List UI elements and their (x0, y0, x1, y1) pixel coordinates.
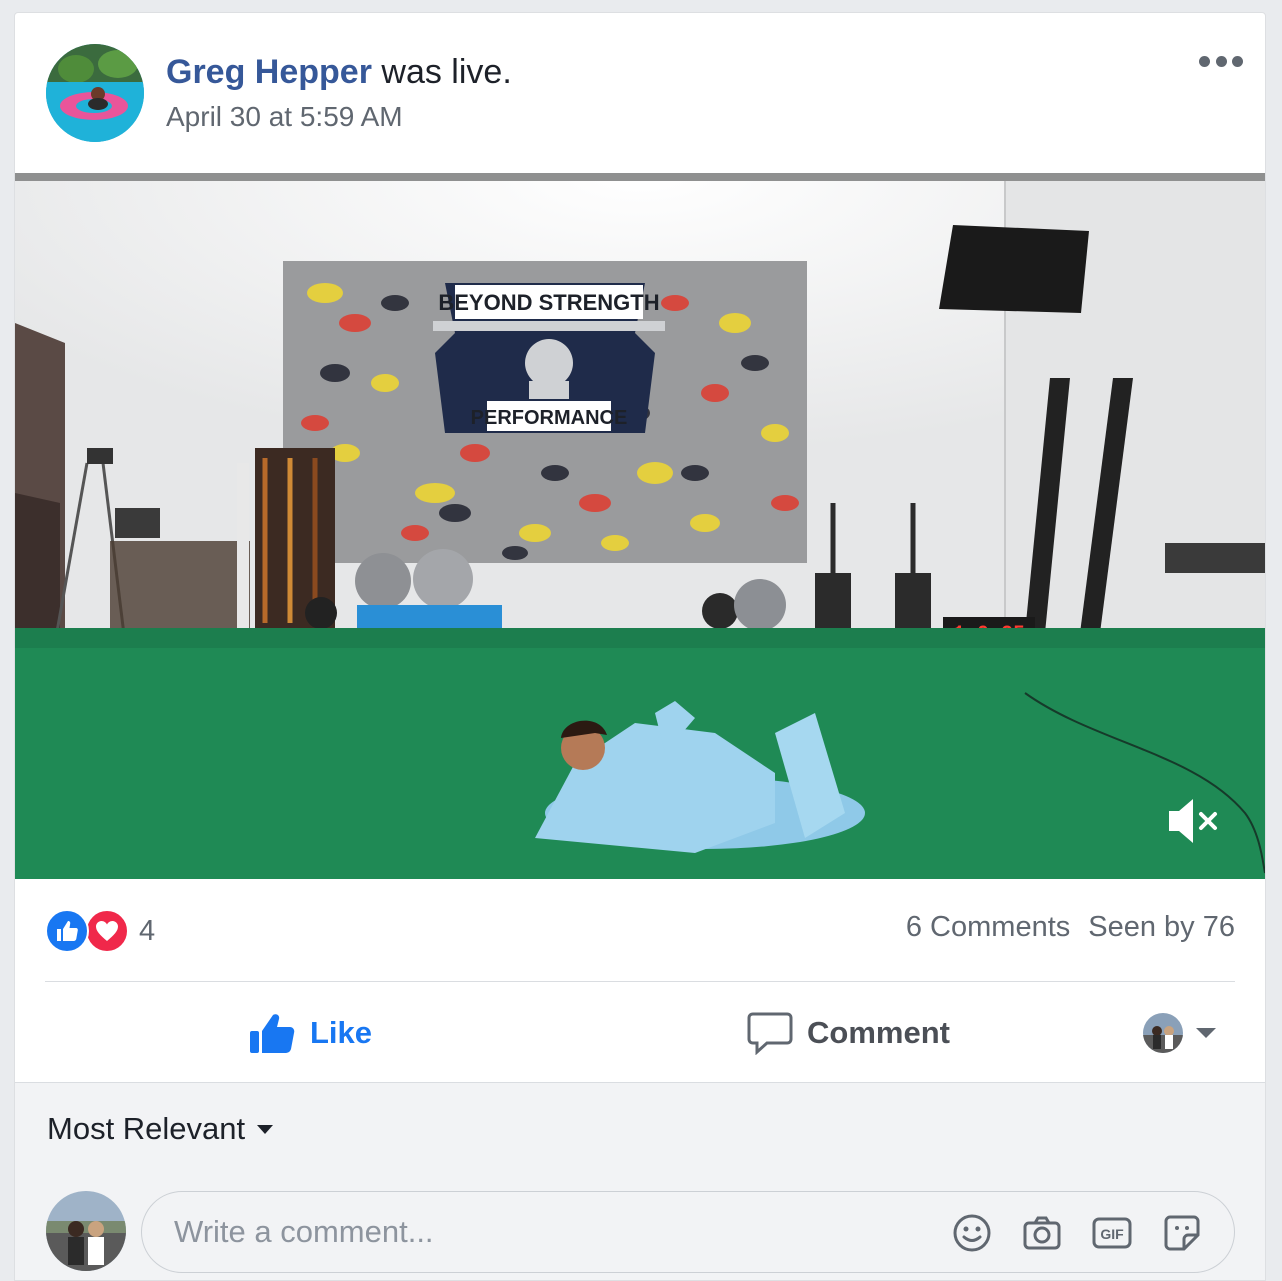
engagement-stats: 6 Comments Seen by 76 (906, 911, 1235, 944)
seen-by-link[interactable]: Seen by 76 (1088, 911, 1235, 943)
comment-sort-dropdown[interactable]: Most Relevant (47, 1111, 274, 1147)
wall-logo-bottom-text: PERFORMANCE (471, 407, 628, 429)
comment-button[interactable]: Comment (747, 1008, 950, 1058)
divider (45, 981, 1235, 982)
chevron-down-icon (1196, 1028, 1216, 1038)
emoji-icon[interactable] (952, 1213, 992, 1253)
more-options-button[interactable] (1199, 51, 1243, 71)
chevron-down-icon (257, 1124, 274, 1134)
love-reaction-icon (85, 909, 129, 953)
like-reaction-icon (45, 909, 89, 953)
post-title-line: Greg Hepper was live. (166, 51, 512, 93)
post-header: Greg Hepper was live. April 30 at 5:59 A… (166, 51, 512, 133)
reaction-summary[interactable]: 4 (45, 909, 155, 953)
comment-label: Comment (807, 1015, 950, 1050)
composer-tools: GIF (952, 1213, 1202, 1253)
comment-composer[interactable]: GIF (141, 1191, 1235, 1273)
post-card: Greg Hepper was live. April 30 at 5:59 A… (14, 12, 1266, 1281)
svg-text:GIF: GIF (1100, 1226, 1124, 1242)
post-timestamp[interactable]: April 30 at 5:59 AM (166, 101, 512, 133)
like-label: Like (310, 1015, 373, 1050)
reaction-count: 4 (139, 914, 156, 947)
author-avatar[interactable] (46, 44, 144, 142)
more-horizontal-icon (1199, 55, 1210, 67)
comment-bubble-icon (747, 1012, 793, 1055)
video-frame: BEYOND STRENGTH PERFORMANCE (15, 173, 1265, 879)
thumbs-up-icon (250, 1014, 295, 1053)
post-action-text: was live. (371, 53, 512, 91)
post-as-selector[interactable] (1143, 1012, 1219, 1054)
more-horizontal-icon-dot (1232, 55, 1243, 67)
sort-label: Most Relevant (47, 1111, 246, 1146)
comment-input[interactable] (174, 1214, 894, 1250)
live-video-player[interactable]: BEYOND STRENGTH PERFORMANCE (15, 173, 1265, 879)
comments-count-link[interactable]: 6 Comments (906, 911, 1070, 943)
like-button[interactable]: Like (248, 1008, 372, 1058)
user-avatar (1143, 1013, 1183, 1053)
gif-icon[interactable]: GIF (1092, 1213, 1132, 1253)
wall-logo-top-text: BEYOND STRENGTH (438, 290, 659, 315)
sticker-icon[interactable] (1162, 1213, 1202, 1253)
more-horizontal-icon-dot (1215, 55, 1227, 67)
commenter-avatar[interactable] (46, 1191, 126, 1271)
author-name-link[interactable]: Greg Hepper (166, 53, 372, 91)
volume-muted-icon[interactable] (1163, 793, 1223, 849)
camera-icon[interactable] (1022, 1213, 1062, 1253)
